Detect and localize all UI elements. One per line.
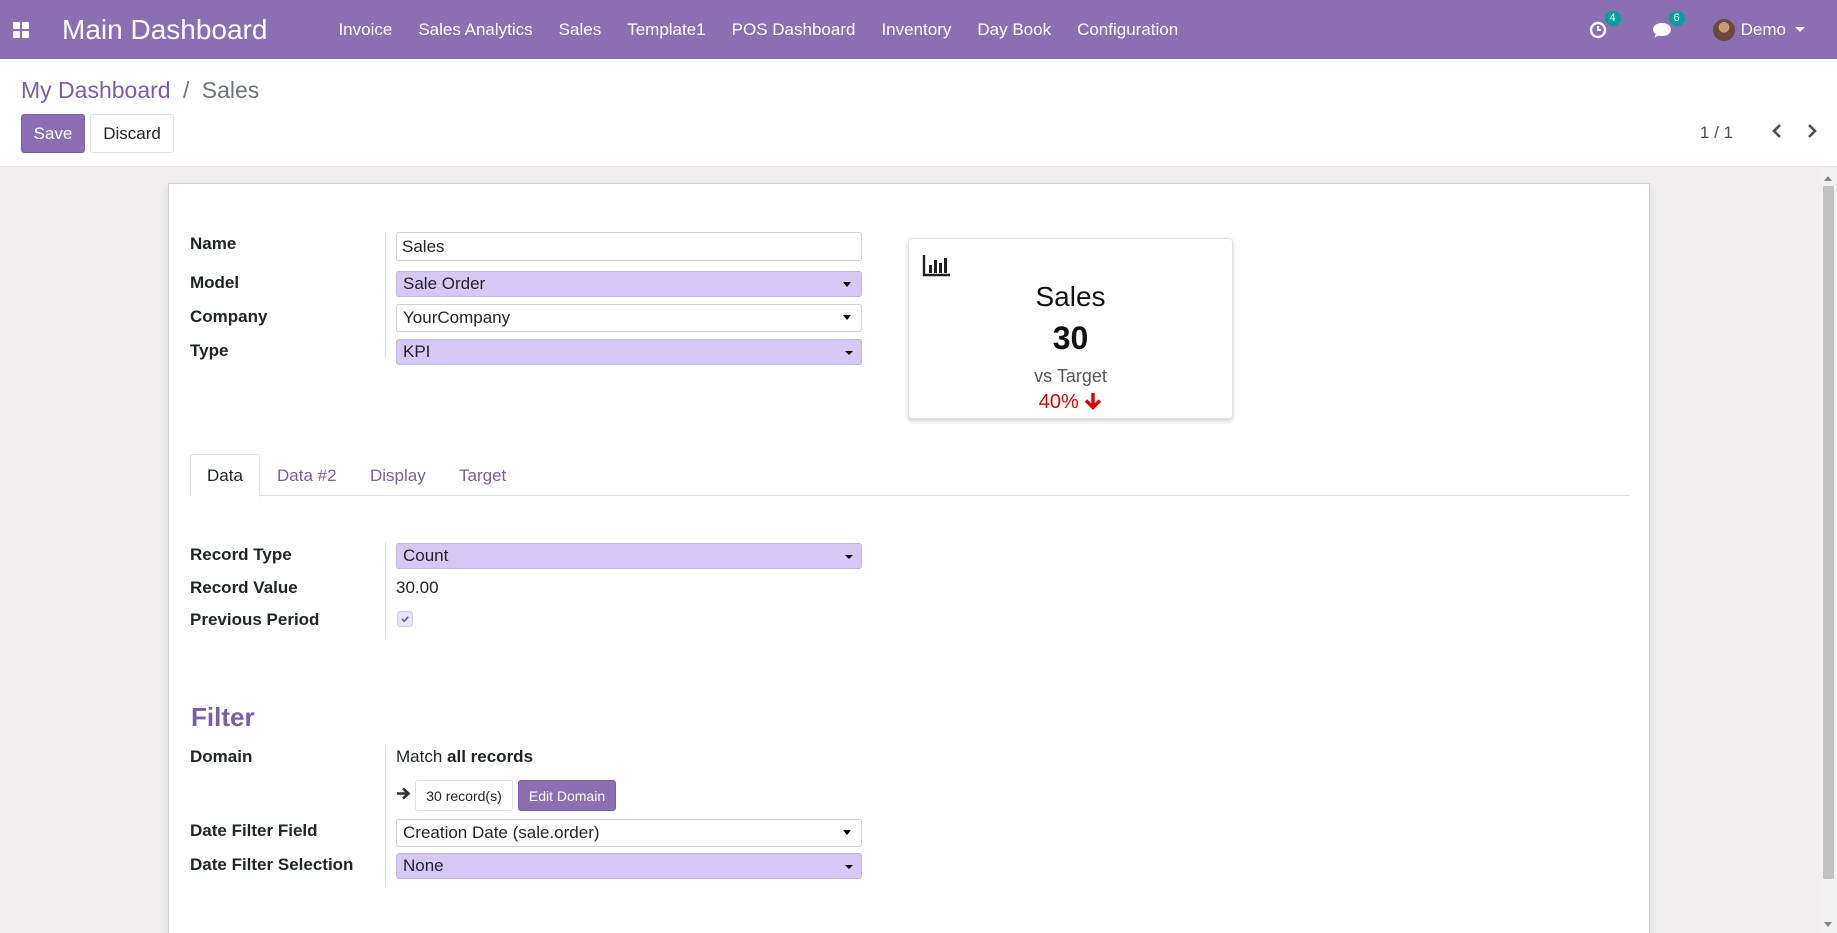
menu-item-sales[interactable]: Sales (546, 20, 615, 40)
check-icon (401, 616, 409, 623)
user-name: Demo (1740, 19, 1786, 39)
vertical-scrollbar[interactable] (1820, 168, 1837, 933)
kpi-vs-target-label: vs Target (1034, 366, 1107, 386)
bar-chart-icon (922, 255, 950, 277)
breadcrumb-current: Sales (201, 77, 260, 103)
tab-target[interactable]: Target (459, 454, 506, 497)
tab-data-2[interactable]: Data #2 (277, 454, 337, 497)
field-divider (385, 745, 386, 887)
caret-down-icon (845, 865, 853, 869)
domain-summary: Match all records (396, 747, 533, 767)
pager-previous-button[interactable] (1765, 119, 1789, 143)
breadcrumb: My Dashboard / Sales (21, 77, 259, 104)
type-select[interactable]: KPI (396, 339, 862, 365)
company-select[interactable]: YourCompany (396, 304, 862, 332)
menu-item-template1[interactable]: Template1 (614, 20, 718, 40)
record-type-value: Count (403, 546, 449, 565)
scroll-down-icon[interactable] (1824, 922, 1832, 927)
filter-section-title: Filter (191, 702, 255, 732)
menu-item-configuration[interactable]: Configuration (1064, 20, 1191, 40)
date-filter-field-label: Date Filter Field (190, 821, 318, 840)
kpi-preview-card: Sales 30 vs Target 40% (908, 238, 1233, 419)
record-value: 30.00 (396, 578, 439, 597)
type-label: Type (190, 341, 229, 360)
field-divider (385, 541, 386, 639)
company-value: YourCompany (403, 308, 511, 327)
discard-button[interactable]: Discard (90, 114, 174, 153)
form-view: Name Model Sale Order Company YourCompan… (0, 168, 1820, 933)
menu-item-pos-dashboard[interactable]: POS Dashboard (719, 20, 869, 40)
tab-display[interactable]: Display (370, 454, 426, 497)
previous-period-label: Previous Period (190, 610, 320, 629)
scroll-up-icon[interactable] (1824, 176, 1832, 181)
menu-item-sales-analytics[interactable]: Sales Analytics (405, 20, 545, 40)
caret-down-icon (845, 555, 853, 559)
scrollbar-thumb[interactable] (1823, 186, 1834, 879)
field-divider (385, 232, 386, 358)
user-menu[interactable]: Demo (1712, 18, 1805, 41)
kpi-value: 30 (1052, 320, 1089, 356)
menu-item-day-book[interactable]: Day Book (964, 20, 1064, 40)
kpi-percentage: 40% (909, 391, 1232, 414)
arrow-right-icon (397, 787, 411, 800)
caret-down-icon (843, 315, 851, 320)
avatar (1712, 18, 1735, 41)
menu-item-invoice[interactable]: Invoice (325, 20, 405, 40)
notebook-tabs: Data Data #2 Display Target (190, 454, 1630, 497)
control-panel: My Dashboard / Sales Save Discard 1 / 1 (0, 59, 1837, 167)
grid-icon (13, 21, 29, 38)
record-type-select[interactable]: Count (396, 543, 862, 569)
company-label: Company (190, 307, 268, 326)
model-select[interactable]: Sale Order (396, 271, 862, 297)
date-filter-field-value: Creation Date (sale.order) (403, 823, 600, 842)
name-input[interactable] (396, 232, 862, 261)
date-filter-field-select[interactable]: Creation Date (sale.order) (396, 819, 862, 847)
main-menu: Invoice Sales Analytics Sales Template1 … (325, 20, 1191, 40)
chat-icon (1652, 22, 1671, 37)
save-button[interactable]: Save (21, 114, 85, 153)
name-label: Name (190, 234, 237, 253)
previous-period-checkbox[interactable] (397, 611, 413, 627)
messages-button[interactable]: 6 (1649, 10, 1685, 43)
chevron-left-icon (1772, 124, 1781, 138)
type-value: KPI (403, 342, 431, 361)
domain-label: Domain (190, 747, 253, 766)
domain-scope-text: all records (447, 747, 534, 766)
top-navbar: Main Dashboard Invoice Sales Analytics S… (0, 0, 1837, 59)
caret-down-icon (843, 830, 851, 835)
model-value: Sale Order (403, 274, 486, 293)
date-filter-selection-value: None (403, 856, 444, 875)
model-label: Model (190, 273, 240, 292)
tab-data[interactable]: Data (190, 454, 260, 497)
pager-value[interactable]: 1 / 1 (1700, 123, 1733, 143)
apps-menu-button[interactable] (0, 0, 42, 59)
edit-domain-button[interactable]: Edit Domain (518, 780, 616, 811)
menu-item-inventory[interactable]: Inventory (868, 20, 964, 40)
clock-icon (1589, 21, 1606, 38)
form-sheet: Name Model Sale Order Company YourCompan… (168, 183, 1650, 933)
caret-down-icon (843, 282, 851, 287)
domain-match-text: Match (396, 747, 443, 766)
systray: 4 6 Demo (1585, 0, 1837, 59)
activity-button[interactable]: 4 (1585, 10, 1621, 43)
activity-count-badge: 4 (1604, 10, 1621, 26)
breadcrumb-separator: / (182, 77, 190, 103)
record-value-label: Record Value (190, 578, 298, 597)
arrow-down-icon (1085, 393, 1102, 410)
breadcrumb-parent[interactable]: My Dashboard (21, 77, 171, 103)
record-type-label: Record Type (190, 545, 292, 564)
pager-next-button[interactable] (1800, 119, 1824, 143)
chevron-right-icon (1808, 124, 1817, 138)
chevron-down-icon (1795, 27, 1805, 32)
kpi-title: Sales (1035, 281, 1106, 312)
domain-records-button[interactable]: 30 record(s) (415, 780, 513, 811)
messages-count-badge: 6 (1668, 10, 1685, 26)
app-brand[interactable]: Main Dashboard (62, 14, 267, 46)
date-filter-selection-label: Date Filter Selection (190, 855, 354, 874)
date-filter-selection-select[interactable]: None (396, 853, 862, 879)
caret-down-icon (845, 351, 853, 355)
kpi-percent-value: 40% (1038, 391, 1079, 413)
